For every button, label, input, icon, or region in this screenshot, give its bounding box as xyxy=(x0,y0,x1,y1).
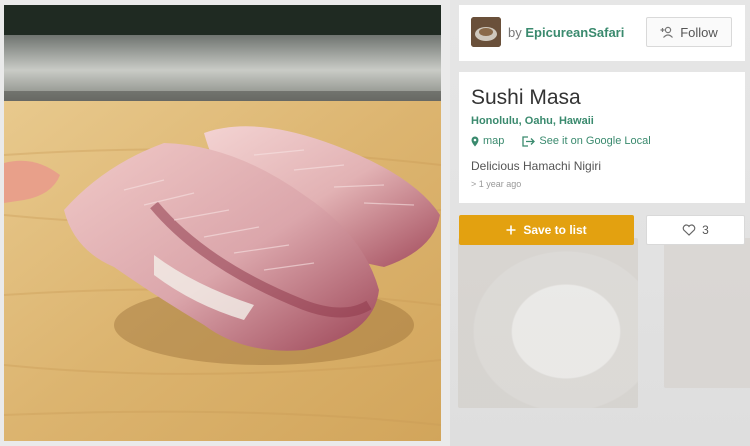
pin-description: Delicious Hamachi Nigiri xyxy=(471,159,602,173)
author-byline: by EpicureanSafari xyxy=(508,25,624,40)
food-photo xyxy=(4,5,441,441)
google-local-link[interactable]: See it on Google Local xyxy=(522,135,651,147)
place-card: Sushi Masa Honolulu, Oahu, Hawaii map Se… xyxy=(459,72,745,203)
google-label: See it on Google Local xyxy=(539,135,651,147)
author-avatar[interactable] xyxy=(471,17,501,47)
map-pin-icon xyxy=(471,136,479,146)
background-card xyxy=(664,238,750,388)
place-links: map See it on Google Local xyxy=(471,135,651,147)
avatar-image xyxy=(471,17,501,47)
map-link[interactable]: map xyxy=(471,135,504,147)
plus-icon xyxy=(506,225,516,235)
follow-label: Follow xyxy=(680,24,718,40)
external-link-icon xyxy=(522,135,536,147)
heart-icon xyxy=(682,224,696,236)
by-label: by xyxy=(508,25,522,40)
author-card: by EpicureanSafari Follow xyxy=(459,5,745,61)
background-card xyxy=(458,238,638,408)
place-title: Sushi Masa xyxy=(471,86,581,109)
author-name-link[interactable]: EpicureanSafari xyxy=(525,25,624,40)
map-label: map xyxy=(483,135,505,147)
pin-timestamp: > 1 year ago xyxy=(471,179,522,189)
place-location[interactable]: Honolulu, Oahu, Hawaii xyxy=(471,115,594,127)
like-button[interactable]: 3 xyxy=(646,215,745,245)
hamachi-nigiri-image xyxy=(4,5,441,441)
save-to-list-button[interactable]: Save to list xyxy=(459,215,634,245)
like-count: 3 xyxy=(702,223,709,237)
save-label: Save to list xyxy=(523,223,587,237)
add-user-icon xyxy=(660,26,674,38)
follow-button[interactable]: Follow xyxy=(646,17,732,47)
